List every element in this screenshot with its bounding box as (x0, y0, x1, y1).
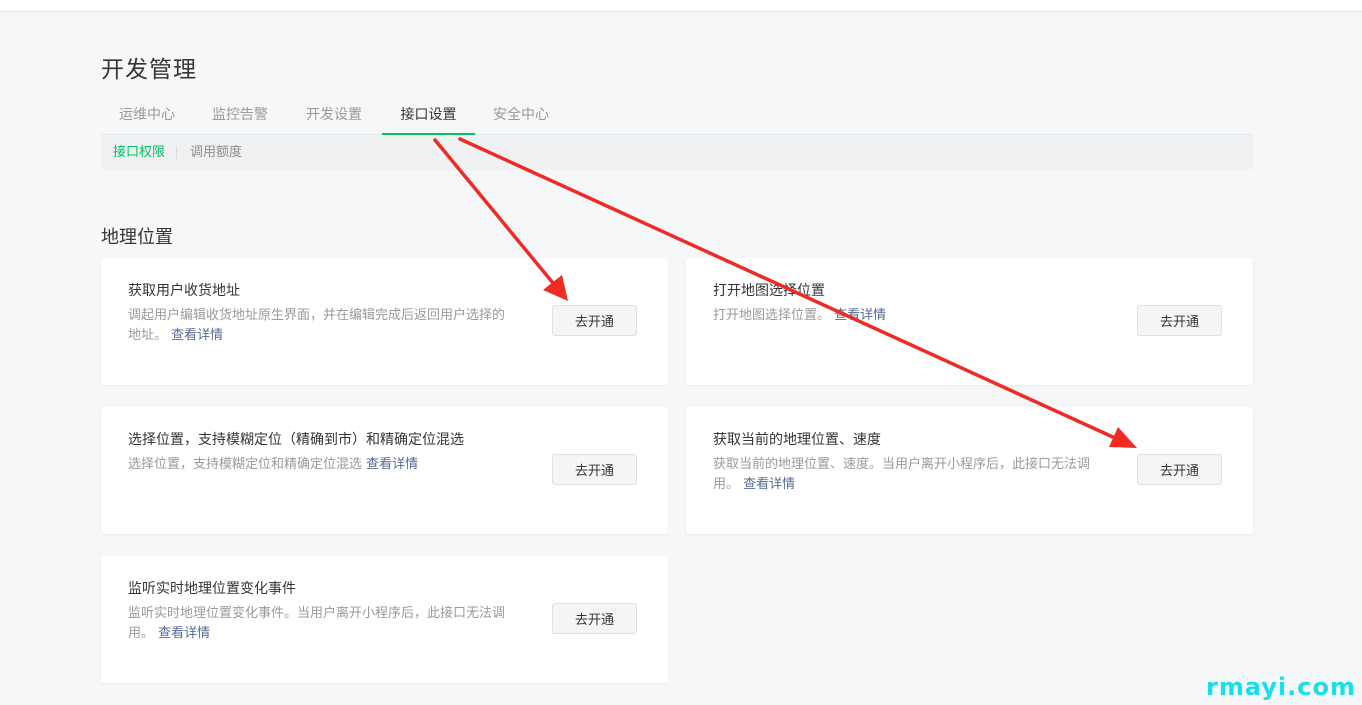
card-title: 获取当前的地理位置、速度 (713, 432, 881, 448)
watermark: rmayi.com (1205, 673, 1356, 701)
sub-nav: 接口权限 调用额度 (101, 135, 1253, 170)
page-title: 开发管理 (101, 57, 197, 83)
card-description-text: 打开地图选择位置。 (713, 308, 831, 323)
enable-button[interactable]: 去开通 (1137, 454, 1222, 485)
card-description: 监听实时地理位置变化事件。当用户离开小程序后，此接口无法调用。 查看详情 (128, 604, 518, 644)
tab-bar: 运维中心 监控告警 开发设置 接口设置 安全中心 (101, 96, 1253, 135)
view-details-link[interactable]: 查看详情 (834, 308, 886, 323)
top-bar (0, 0, 1362, 12)
api-card-fuzzy-location: 选择位置，支持模糊定位（精确到市）和精确定位混选 选择位置，支持模糊定位和精确定… (101, 407, 668, 534)
card-description: 调起用户编辑收货地址原生界面，并在编辑完成后返回用户选择的地址。 查看详情 (128, 306, 513, 346)
card-description: 获取当前的地理位置、速度。当用户离开小程序后，此接口无法调用。 查看详情 (713, 455, 1103, 495)
tab-dev-settings[interactable]: 开发设置 (306, 96, 362, 134)
enable-button[interactable]: 去开通 (552, 305, 637, 336)
card-title: 选择位置，支持模糊定位（精确到市）和精确定位混选 (128, 432, 464, 448)
api-card-shipping-address: 获取用户收货地址 调起用户编辑收货地址原生界面，并在编辑完成后返回用户选择的地址… (101, 258, 668, 385)
view-details-link[interactable]: 查看详情 (158, 626, 210, 641)
card-description: 打开地图选择位置。 查看详情 (713, 306, 1103, 326)
tab-api-settings[interactable]: 接口设置 (382, 96, 475, 135)
enable-button[interactable]: 去开通 (1137, 305, 1222, 336)
enable-button[interactable]: 去开通 (552, 603, 637, 634)
subnav-call-quota[interactable]: 调用额度 (190, 135, 242, 170)
card-title: 获取用户收货地址 (128, 283, 240, 299)
view-details-link[interactable]: 查看详情 (366, 457, 418, 472)
section-title: 地理位置 (101, 227, 173, 248)
enable-button[interactable]: 去开通 (552, 454, 637, 485)
tab-security-center[interactable]: 安全中心 (493, 96, 549, 134)
tab-monitor-alerts[interactable]: 监控告警 (212, 96, 268, 134)
card-description-text: 选择位置，支持模糊定位和精确定位混选 (128, 457, 363, 472)
card-title: 监听实时地理位置变化事件 (128, 581, 296, 597)
api-card-location-change: 监听实时地理位置变化事件 监听实时地理位置变化事件。当用户离开小程序后，此接口无… (101, 556, 668, 683)
subnav-divider (176, 146, 177, 160)
tab-ops-center[interactable]: 运维中心 (119, 96, 175, 134)
api-card-get-location: 获取当前的地理位置、速度 获取当前的地理位置、速度。当用户离开小程序后，此接口无… (686, 407, 1253, 534)
card-description: 选择位置，支持模糊定位和精确定位混选 查看详情 (128, 455, 518, 475)
view-details-link[interactable]: 查看详情 (171, 328, 223, 343)
api-card-choose-location: 打开地图选择位置 打开地图选择位置。 查看详情 去开通 (686, 258, 1253, 385)
card-title: 打开地图选择位置 (713, 283, 825, 299)
subnav-api-permissions[interactable]: 接口权限 (113, 135, 165, 170)
view-details-link[interactable]: 查看详情 (743, 477, 795, 492)
